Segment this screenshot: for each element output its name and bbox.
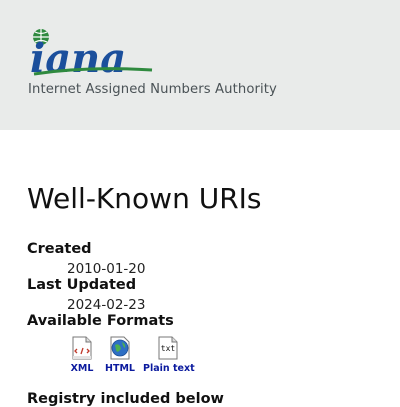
created-label: Created (27, 241, 92, 257)
format-plain-text-label: Plain text (143, 363, 195, 374)
last-updated-value: 2024-02-23 (67, 297, 146, 313)
format-plain-text-link[interactable]: txt Plain text (143, 336, 195, 374)
xml-file-icon (72, 336, 92, 360)
tagline: Internet Assigned Numbers Authority (28, 82, 277, 97)
registry-included-label: Registry included below (27, 391, 224, 407)
format-html-label: HTML (105, 363, 135, 374)
site-header: iana Internet Assigned Numbers Authority (0, 0, 400, 130)
txt-file-icon: txt (158, 336, 178, 360)
svg-text:txt: txt (161, 344, 176, 353)
iana-logo[interactable]: iana (28, 26, 158, 78)
created-value: 2010-01-20 (67, 261, 146, 277)
last-updated-label: Last Updated (27, 277, 137, 293)
format-html-link[interactable]: HTML (95, 336, 145, 374)
globe-icon (110, 336, 130, 360)
available-formats-label: Available Formats (27, 313, 174, 329)
page-title: Well-Known URIs (27, 182, 262, 215)
